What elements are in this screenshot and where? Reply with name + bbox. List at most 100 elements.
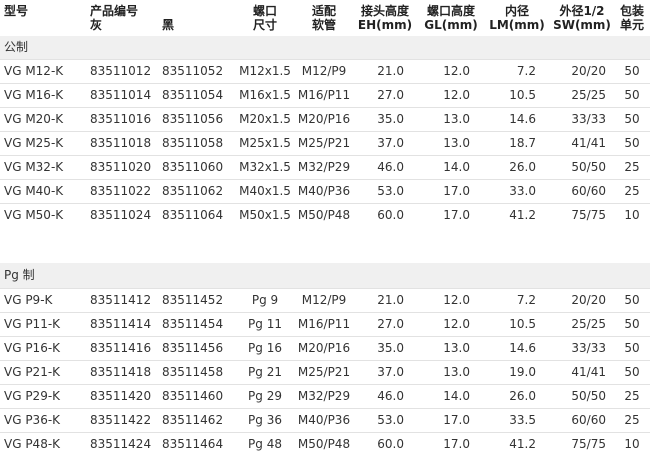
cell-model: VG M20-K xyxy=(0,108,90,132)
cell-code-black: 83511462 xyxy=(162,409,236,433)
cell-sw: 33/33 xyxy=(550,337,614,361)
cell-code-black: 83511062 xyxy=(162,180,236,204)
cell-gl: 17.0 xyxy=(418,433,484,456)
cell-sw: 50/50 xyxy=(550,156,614,180)
cell-hose: M20/P16 xyxy=(294,337,354,361)
cell-code-black: 83511064 xyxy=(162,204,236,228)
cell-code-black: 83511458 xyxy=(162,361,236,385)
table-row: VG M32-K8351102083511060M32x1.5M32/P2946… xyxy=(0,156,650,180)
cell-eh: 21.0 xyxy=(354,289,418,313)
cell-code-black: 83511456 xyxy=(162,337,236,361)
cell-gl: 14.0 xyxy=(418,385,484,409)
cell-hose: M12/P9 xyxy=(294,60,354,84)
cell-sw: 33/33 xyxy=(550,108,614,132)
cell-model: VG M12-K xyxy=(0,60,90,84)
cell-model: VG M40-K xyxy=(0,180,90,204)
table-body: 公制VG M12-K8351101283511052M12x1.5M12/P92… xyxy=(0,36,650,456)
cell-code-black: 83511060 xyxy=(162,156,236,180)
cell-model: VG M50-K xyxy=(0,204,90,228)
cell-code-grey: 83511424 xyxy=(90,433,162,456)
cell-hose: M25/P21 xyxy=(294,132,354,156)
cell-sw: 25/25 xyxy=(550,313,614,337)
col-header-hose: 适配软管 xyxy=(294,0,354,36)
cell-code-grey: 83511416 xyxy=(90,337,162,361)
cell-gl: 12.0 xyxy=(418,313,484,337)
table-row: VG P48-K8351142483511464Pg 48M50/P4860.0… xyxy=(0,433,650,456)
cell-code-black: 83511052 xyxy=(162,60,236,84)
section-spacer-cell xyxy=(0,227,650,263)
cell-model: VG P21-K xyxy=(0,361,90,385)
cell-thread: Pg 16 xyxy=(236,337,294,361)
cell-thread: M25x1.5 xyxy=(236,132,294,156)
col-header-gl: 螺口高度GL(mm) xyxy=(418,0,484,36)
cell-pack: 25 xyxy=(614,409,650,433)
product-spec-table: 型号 产品编号灰 黑 螺口尺寸 适配软管 接头高度EH(mm) 螺口高度GL(m… xyxy=(0,0,650,456)
cell-gl: 12.0 xyxy=(418,289,484,313)
cell-thread: Pg 21 xyxy=(236,361,294,385)
cell-model: VG P29-K xyxy=(0,385,90,409)
section-header-row: 公制 xyxy=(0,36,650,60)
cell-pack: 50 xyxy=(614,84,650,108)
cell-pack: 50 xyxy=(614,361,650,385)
col-header-code-black: 黑 xyxy=(162,0,236,36)
cell-code-grey: 83511420 xyxy=(90,385,162,409)
cell-eh: 37.0 xyxy=(354,132,418,156)
cell-gl: 13.0 xyxy=(418,132,484,156)
cell-code-black: 83511054 xyxy=(162,84,236,108)
cell-eh: 46.0 xyxy=(354,156,418,180)
cell-lm: 33.5 xyxy=(484,409,550,433)
cell-sw: 60/60 xyxy=(550,409,614,433)
cell-lm: 14.6 xyxy=(484,108,550,132)
cell-eh: 35.0 xyxy=(354,108,418,132)
cell-thread: M40x1.5 xyxy=(236,180,294,204)
cell-gl: 17.0 xyxy=(418,204,484,228)
cell-code-black: 83511452 xyxy=(162,289,236,313)
col-header-sw: 外径1/2SW(mm) xyxy=(550,0,614,36)
cell-eh: 35.0 xyxy=(354,337,418,361)
cell-pack: 50 xyxy=(614,132,650,156)
cell-pack: 50 xyxy=(614,313,650,337)
cell-lm: 26.0 xyxy=(484,156,550,180)
cell-lm: 41.2 xyxy=(484,204,550,228)
cell-lm: 10.5 xyxy=(484,84,550,108)
cell-eh: 27.0 xyxy=(354,84,418,108)
table-row: VG P21-K8351141883511458Pg 21M25/P2137.0… xyxy=(0,361,650,385)
cell-thread: Pg 29 xyxy=(236,385,294,409)
cell-code-grey: 83511012 xyxy=(90,60,162,84)
col-header-pack: 包装单元 xyxy=(614,0,650,36)
section-header-row: Pg 制 xyxy=(0,263,650,289)
cell-code-black: 83511464 xyxy=(162,433,236,456)
cell-code-black: 83511058 xyxy=(162,132,236,156)
table-row: VG M16-K8351101483511054M16x1.5M16/P1127… xyxy=(0,84,650,108)
cell-pack: 10 xyxy=(614,433,650,456)
table-row: VG M12-K8351101283511052M12x1.5M12/P921.… xyxy=(0,60,650,84)
cell-sw: 41/41 xyxy=(550,361,614,385)
cell-hose: M12/P9 xyxy=(294,289,354,313)
cell-model: VG P16-K xyxy=(0,337,90,361)
cell-lm: 33.0 xyxy=(484,180,550,204)
cell-lm: 41.2 xyxy=(484,433,550,456)
cell-model: VG P11-K xyxy=(0,313,90,337)
cell-lm: 14.6 xyxy=(484,337,550,361)
cell-model: VG M16-K xyxy=(0,84,90,108)
cell-hose: M25/P21 xyxy=(294,361,354,385)
table-row: VG P36-K8351142283511462Pg 36M40/P3653.0… xyxy=(0,409,650,433)
cell-thread: M50x1.5 xyxy=(236,204,294,228)
cell-lm: 19.0 xyxy=(484,361,550,385)
cell-code-grey: 83511412 xyxy=(90,289,162,313)
cell-hose: M32/P29 xyxy=(294,156,354,180)
cell-sw: 75/75 xyxy=(550,433,614,456)
cell-lm: 18.7 xyxy=(484,132,550,156)
cell-sw: 25/25 xyxy=(550,84,614,108)
cell-lm: 10.5 xyxy=(484,313,550,337)
cell-thread: M32x1.5 xyxy=(236,156,294,180)
cell-code-black: 83511056 xyxy=(162,108,236,132)
cell-pack: 25 xyxy=(614,156,650,180)
cell-eh: 37.0 xyxy=(354,361,418,385)
section-title: Pg 制 xyxy=(0,263,650,289)
table-row: VG M25-K8351101883511058M25x1.5M25/P2137… xyxy=(0,132,650,156)
cell-pack: 25 xyxy=(614,180,650,204)
cell-pack: 10 xyxy=(614,204,650,228)
cell-code-grey: 83511022 xyxy=(90,180,162,204)
cell-code-grey: 83511422 xyxy=(90,409,162,433)
